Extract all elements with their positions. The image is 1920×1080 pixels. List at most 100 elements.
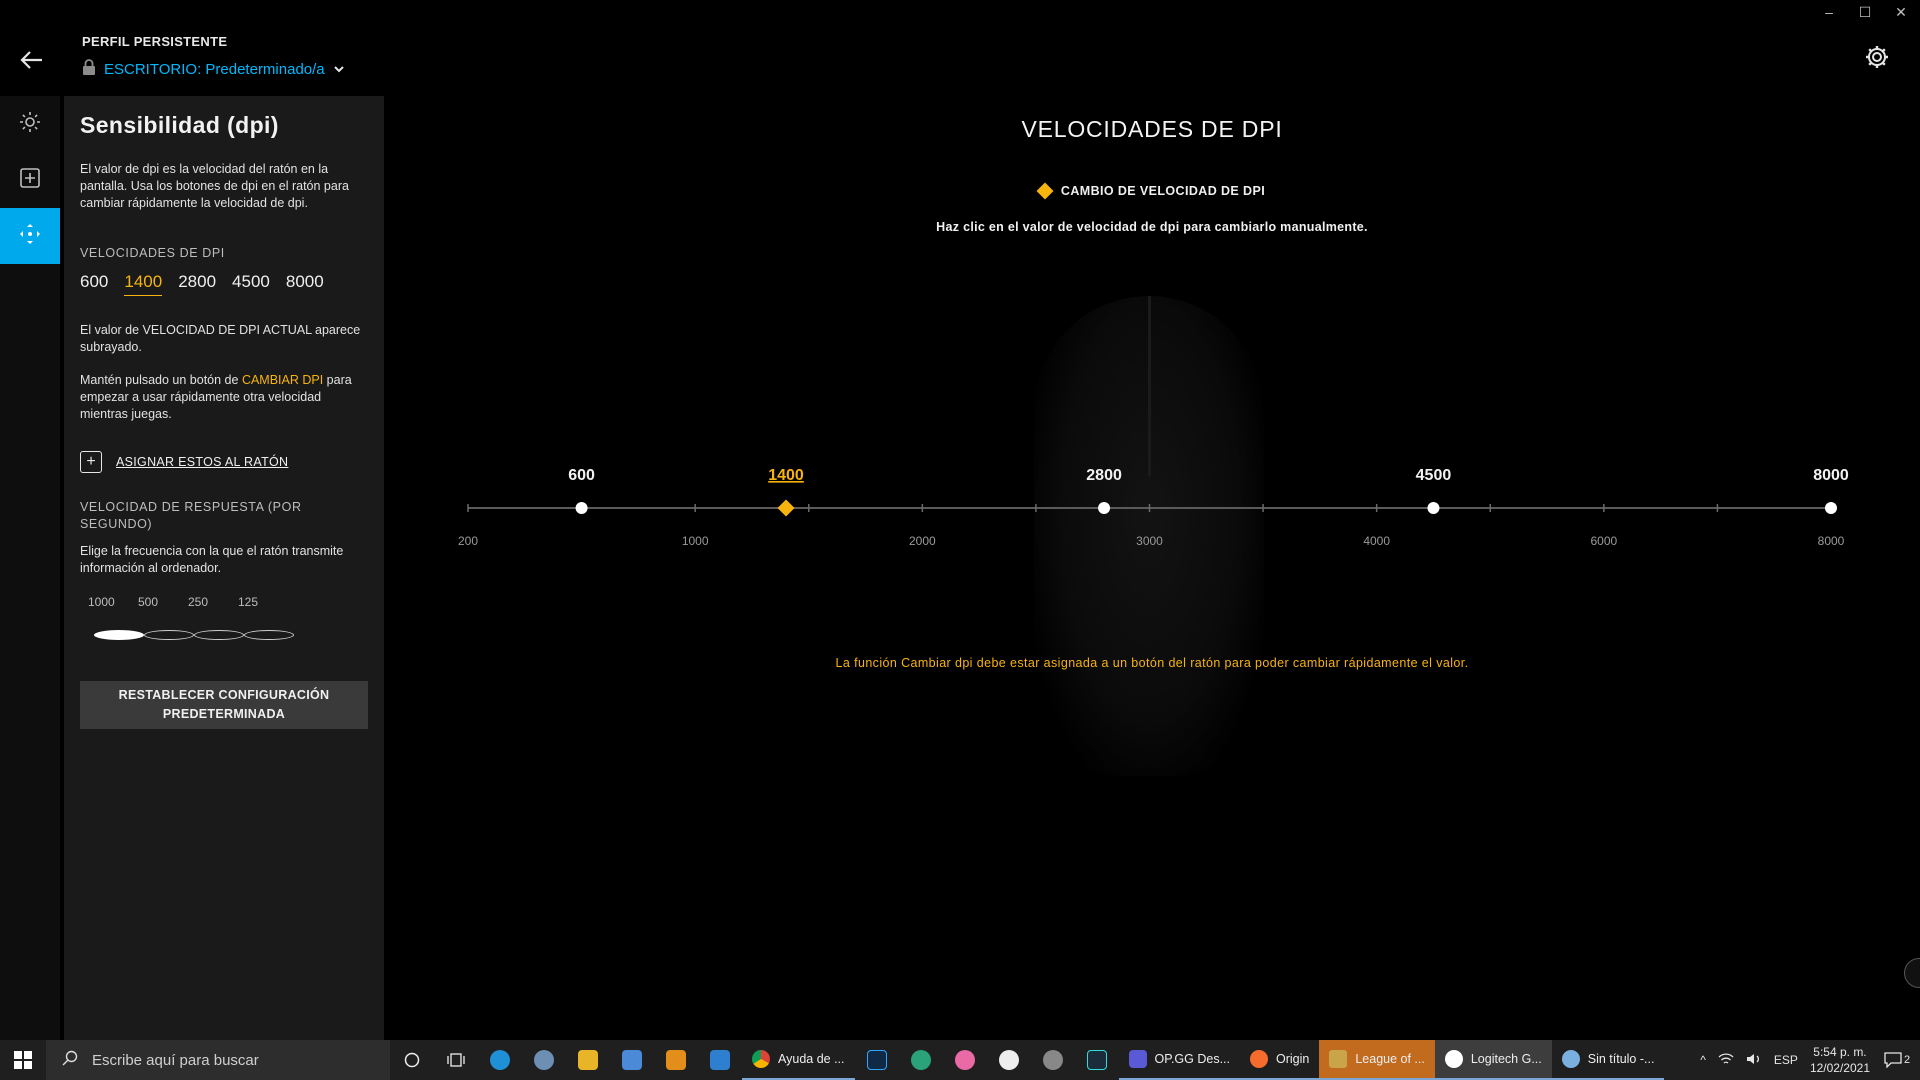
reset-label-line2: PREDETERMINADA xyxy=(162,707,286,721)
rate-option-radio[interactable] xyxy=(94,627,144,645)
scale-tick-label: 1000 xyxy=(682,534,709,548)
rate-option-radio[interactable] xyxy=(244,627,294,645)
rail-lighting[interactable] xyxy=(0,96,60,152)
rate-labels: 1000 500 250 125 xyxy=(80,595,368,609)
dpi-marker[interactable] xyxy=(1098,502,1111,514)
taskbar-app-league[interactable]: League of ... xyxy=(1319,1040,1435,1080)
scale-tick-label: 6000 xyxy=(1590,534,1617,548)
ghub-window: – ☐ ✕ PERFIL PERSISTENTE ESCRITORIO: Pre… xyxy=(0,0,1920,1040)
chrome-icon xyxy=(752,1050,770,1068)
outlook-icon[interactable] xyxy=(654,1040,698,1080)
dpi-marker-label[interactable]: 8000 xyxy=(1813,467,1849,484)
file-explorer-icon[interactable] xyxy=(566,1040,610,1080)
taskbar-app-logitech[interactable]: Logitech G... xyxy=(1434,1040,1552,1080)
store-icon[interactable] xyxy=(610,1040,654,1080)
close-button[interactable]: ✕ xyxy=(1894,4,1908,21)
dpi-value[interactable]: 4500 xyxy=(232,272,270,296)
assign-to-mouse-button[interactable]: + ASIGNAR ESTOS AL RATÓN xyxy=(80,451,368,473)
rate-option-radio[interactable] xyxy=(144,627,194,645)
profile-dropdown[interactable]: ESCRITORIO: Predeterminado/a xyxy=(82,59,345,79)
dpi-slider[interactable]: 200 1000 2000 3000 4000 6000 8000 600 1400 2800 45… xyxy=(384,446,1920,576)
clock-date: 12/02/2021 xyxy=(1809,1061,1870,1075)
arduino-icon[interactable] xyxy=(522,1040,566,1080)
mail-icon[interactable] xyxy=(698,1040,742,1080)
dpi-marker-label[interactable]: 4500 xyxy=(1416,467,1452,484)
rate-option-label: 500 xyxy=(138,595,159,609)
rate-description: Elige la frecuencia con la que el ratón … xyxy=(80,544,344,575)
assign-label: ASIGNAR ESTOS AL RATÓN xyxy=(116,455,289,469)
origin-icon xyxy=(1250,1050,1268,1068)
rail-assignments[interactable] xyxy=(0,152,60,208)
settings-gear-icon[interactable] xyxy=(1864,44,1890,70)
minimize-button[interactable]: – xyxy=(1822,4,1836,21)
language-indicator[interactable]: ESP xyxy=(1774,1053,1798,1067)
profile-label: PERFIL PERSISTENTE xyxy=(82,34,228,49)
rate-option-label: 250 xyxy=(188,595,209,609)
radio-icon xyxy=(194,630,244,640)
legend-label: CAMBIO DE VELOCIDAD DE DPI xyxy=(1060,184,1266,198)
dpi-marker[interactable] xyxy=(1427,502,1440,514)
osu-icon[interactable] xyxy=(943,1040,987,1080)
dpi-shift-marker[interactable] xyxy=(777,499,795,517)
dpi-values-list: 600 1400 2800 4500 8000 xyxy=(80,272,368,296)
dpi-marker-label[interactable]: 1400 xyxy=(768,467,804,484)
volume-icon[interactable] xyxy=(1746,1052,1762,1069)
taskbar: Escribe aquí para buscar Ayuda de ... OP… xyxy=(0,1040,1920,1080)
collapse-tab[interactable] xyxy=(1904,958,1920,988)
dpi-value[interactable]: 1400 xyxy=(124,272,163,296)
taskbar-clock[interactable]: 5:54 p. m. 12/02/2021 xyxy=(1810,1044,1870,1076)
notifications-icon[interactable]: 2 xyxy=(1882,1040,1912,1080)
dpi-marker[interactable] xyxy=(1825,502,1837,514)
rate-option-label: 125 xyxy=(238,595,259,609)
profile-selector: PERFIL PERSISTENTE ESCRITORIO: Predeterm… xyxy=(82,34,345,79)
maximize-button[interactable]: ☐ xyxy=(1858,4,1872,21)
gamepad-icon[interactable] xyxy=(1031,1040,1075,1080)
dpi-marker[interactable] xyxy=(575,502,588,514)
edge-icon[interactable] xyxy=(478,1040,522,1080)
dpi-section-title: VELOCIDADES DE DPI xyxy=(80,246,225,260)
rate-option-label: 1000 xyxy=(88,595,115,609)
dpi-value[interactable]: 2800 xyxy=(178,272,216,296)
rate-section-title: VELOCIDAD DE RESPUESTA (POR SEGUNDO) xyxy=(80,500,302,531)
opgg-icon xyxy=(1128,1050,1147,1068)
nox-icon[interactable] xyxy=(1075,1040,1119,1080)
taskbar-app-label: OP.GG Des... xyxy=(1154,1052,1231,1066)
taskbar-app-chrome[interactable]: Ayuda de ... xyxy=(742,1040,855,1080)
task-view-icon[interactable] xyxy=(434,1040,478,1080)
dpi-value[interactable]: 8000 xyxy=(286,272,324,296)
scale-tick-label: 2000 xyxy=(909,534,936,548)
dpi-shift-warning: La función Cambiar dpi debe estar asigna… xyxy=(835,656,1469,670)
taskbar-app-label: Origin xyxy=(1276,1052,1310,1066)
taskbar-app-opgg[interactable]: OP.GG Des... xyxy=(1118,1040,1240,1080)
radio-icon xyxy=(144,630,194,640)
dpi-marker-label[interactable]: 600 xyxy=(568,467,595,484)
panel-title: Sensibilidad (dpi) xyxy=(80,112,279,138)
dpi-value[interactable]: 600 xyxy=(80,272,108,296)
plus-box-icon xyxy=(19,167,41,194)
scale-tick-label: 200 xyxy=(458,534,478,548)
dpi-shift-legend: CAMBIO DE VELOCIDAD DE DPI xyxy=(384,182,1920,200)
main-title: VELOCIDADES DE DPI xyxy=(1021,116,1283,142)
search-icon xyxy=(62,1050,78,1070)
clock-app-icon[interactable] xyxy=(987,1040,1031,1080)
clock-time: 5:54 p. m. xyxy=(1813,1045,1867,1059)
dpi-marker-label[interactable]: 2800 xyxy=(1086,467,1122,484)
search-placeholder: Escribe aquí para buscar xyxy=(92,1051,259,1069)
chevron-down-icon xyxy=(333,61,345,78)
taskbar-app-origin[interactable]: Origin xyxy=(1240,1040,1320,1080)
back-arrow-icon[interactable] xyxy=(18,46,46,74)
photoshop-icon[interactable] xyxy=(855,1040,899,1080)
taskbar-app-paint[interactable]: Sin título -... xyxy=(1551,1040,1665,1080)
windows-start-icon[interactable] xyxy=(0,1040,46,1080)
chevron-up-icon[interactable]: ^ xyxy=(1700,1053,1706,1067)
edge-beta-icon[interactable] xyxy=(899,1040,943,1080)
sun-icon xyxy=(19,111,41,138)
note-hold-button: Mantén pulsado un botón de CAMBIAR DPI p… xyxy=(80,372,368,423)
rail-sensitivity[interactable] xyxy=(0,208,60,264)
cortana-icon[interactable] xyxy=(390,1040,434,1080)
rate-option-radio[interactable] xyxy=(194,627,244,645)
reset-defaults-button[interactable]: RESTABLECER CONFIGURACIÓN PREDETERMINADA xyxy=(80,681,368,729)
wifi-icon[interactable] xyxy=(1718,1052,1734,1069)
taskbar-search[interactable]: Escribe aquí para buscar xyxy=(46,1040,390,1080)
window-controls: – ☐ ✕ xyxy=(1822,4,1908,21)
